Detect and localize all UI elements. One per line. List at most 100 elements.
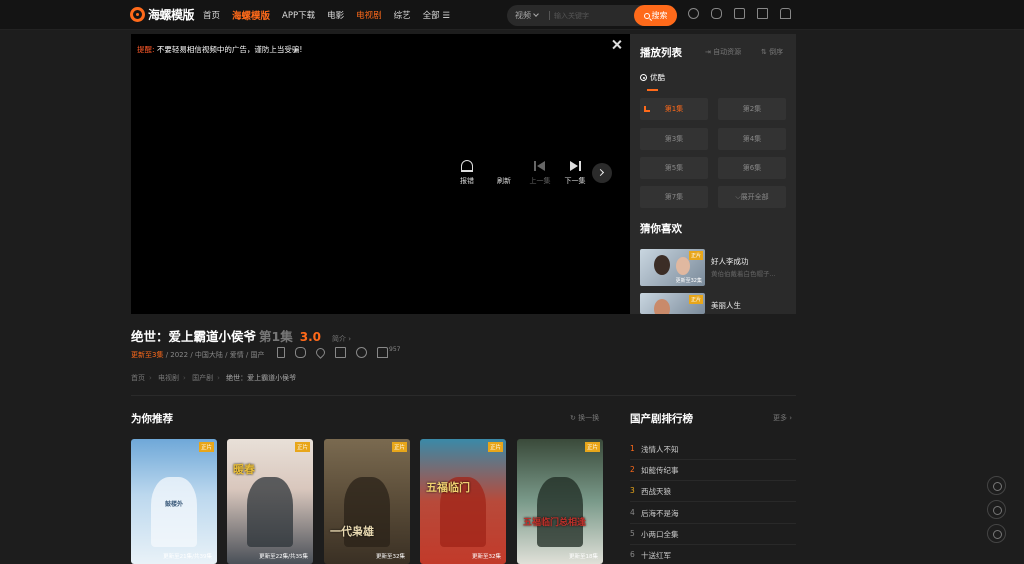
search-type-select[interactable]: 视频 xyxy=(515,10,531,21)
player-warning: 提醒: 不要轻易相信视频中的广告，谨防上当受骗! xyxy=(137,44,302,55)
skip-forward-icon xyxy=(569,160,581,172)
warning-label: 提醒: xyxy=(137,45,155,54)
playlist-panel: 播放列表 ⇥ 自动资源 ⇅ 倒序 优酷 第1集 第2集 第3集 第4集 第5集 … xyxy=(630,34,796,314)
card-badge: 正片 xyxy=(294,442,310,452)
episode-button[interactable]: 第3集 xyxy=(640,128,708,150)
float-service-button[interactable] xyxy=(987,524,1006,543)
site-logo[interactable]: 海螺模版 xyxy=(130,6,195,23)
recommend-title: 为你推荐 xyxy=(131,413,173,425)
card-badge: 正片 xyxy=(584,442,600,452)
card-badge: 正片 xyxy=(487,442,503,452)
search-button[interactable]: 搜索 xyxy=(634,5,677,26)
playing-icon xyxy=(644,106,650,112)
episode-button[interactable]: 第2集 xyxy=(718,98,786,120)
recommend-card[interactable]: 鼓楼外 正片 更新至21集/共39集 xyxy=(131,439,217,564)
prev-episode-button[interactable]: 上一集 xyxy=(522,160,558,186)
playlist-title: 播放列表 xyxy=(640,47,682,59)
show-title: 绝世：爱上霸道小侯爷 xyxy=(131,329,257,344)
guess-name[interactable]: 美丽人生 xyxy=(711,300,741,311)
recommend-card[interactable]: 五福临门 正片 更新至32集 xyxy=(420,439,506,564)
history-icon[interactable] xyxy=(688,8,699,19)
ranking-item[interactable]: 6 十送红军 xyxy=(630,545,796,564)
episode-button[interactable]: 第7集 xyxy=(640,186,708,208)
show-score: 3.0 xyxy=(299,330,321,344)
chevron-right-icon[interactable] xyxy=(592,163,612,183)
nav-home[interactable]: 首页 xyxy=(203,9,220,22)
warning-text: 不要轻易相信视频中的广告，谨防上当受骗! xyxy=(156,45,303,54)
card-episode: 更新至21集/共39集 xyxy=(163,554,212,560)
wechat-icon[interactable] xyxy=(295,347,306,358)
episode-button[interactable]: 第6集 xyxy=(718,157,786,179)
document-icon[interactable] xyxy=(757,8,768,19)
next-label: 下一集 xyxy=(564,177,586,185)
ranking-item[interactable]: 5 小两口全集 xyxy=(630,524,796,545)
rank-number: 4 xyxy=(630,508,635,517)
guess-desc: 黄伯伯戴着白色帽子... xyxy=(711,270,776,278)
section-divider xyxy=(131,395,796,396)
nav-movie[interactable]: 电影 xyxy=(327,9,344,22)
guess-thumbnail[interactable]: 正片 更新至32集 xyxy=(640,249,705,286)
guess-name[interactable]: 好人李成功 xyxy=(711,256,749,267)
ranking-item[interactable]: 3 西战天狼 xyxy=(630,481,796,502)
share-icon[interactable] xyxy=(335,347,346,358)
ranking-item[interactable]: 1 浅情人不知 xyxy=(630,439,796,460)
rank-name: 西战天狼 xyxy=(641,487,671,496)
search-divider xyxy=(549,11,550,20)
reverse-toggle[interactable]: ⇅ 倒序 xyxy=(761,47,783,57)
episode-button[interactable]: 第5集 xyxy=(640,157,708,179)
refresh-button[interactable]: 刷新 xyxy=(486,160,522,186)
ranking-more-link[interactable]: 更多 › xyxy=(773,413,792,423)
source-icon xyxy=(640,74,647,81)
box-icon[interactable] xyxy=(734,8,745,19)
logo-icon xyxy=(130,7,145,22)
search-input[interactable] xyxy=(554,8,632,23)
user-icon[interactable] xyxy=(780,8,791,19)
float-settings-button[interactable] xyxy=(987,476,1006,495)
breadcrumb-tv[interactable]: 电视剧 xyxy=(158,374,179,382)
float-theme-button[interactable] xyxy=(987,500,1006,519)
auto-source-toggle[interactable]: ⇥ 自动资源 xyxy=(705,47,741,57)
heart-icon[interactable] xyxy=(314,346,327,359)
ranking-item[interactable]: 4 后海不是海 xyxy=(630,503,796,524)
recommend-card[interactable]: 五福临门总相逢 正片 更新至18集 xyxy=(517,439,603,564)
action-icons: 957 xyxy=(277,346,400,359)
breadcrumb-home[interactable]: 首页 xyxy=(131,374,145,382)
thumbs-up-icon[interactable] xyxy=(377,347,388,358)
poster-title: 一代枭雄 xyxy=(330,525,374,538)
expand-all-button[interactable]: ⌵展开全部 xyxy=(718,186,786,208)
refresh-recommend-button[interactable]: ↻ 换一换 xyxy=(570,413,599,423)
next-episode-button[interactable]: 下一集 xyxy=(557,160,593,186)
nav-app-download[interactable]: APP下载 xyxy=(282,9,315,22)
close-icon[interactable] xyxy=(611,39,623,51)
recommend-card[interactable]: 暖春 正片 更新至22集/共35集 xyxy=(227,439,313,564)
main-nav: 首页 海螺模版 APP下载 电影 电视剧 综艺 全部 ☰ xyxy=(203,9,462,22)
episode-button[interactable]: 第1集 xyxy=(640,98,708,120)
nav-tv[interactable]: 电视剧 xyxy=(356,9,382,22)
source-name: 优酷 xyxy=(650,73,665,82)
intro-link[interactable]: 简介 › xyxy=(332,334,351,344)
recommend-card[interactable]: 一代枭雄 正片 更新至32集 xyxy=(324,439,410,564)
nav-all[interactable]: 全部 ☰ xyxy=(423,9,450,22)
rank-name: 后海不是海 xyxy=(641,509,679,518)
phone-icon[interactable] xyxy=(277,347,285,358)
comment-icon[interactable] xyxy=(356,347,367,358)
show-header: 绝世：爱上霸道小侯爷 第1集 3.0 简介 › xyxy=(131,326,351,345)
guess-caption: 更新至32集 xyxy=(675,278,702,284)
nav-brand[interactable]: 海螺模版 xyxy=(232,8,270,22)
rank-number: 1 xyxy=(630,444,635,453)
rank-name: 十送红军 xyxy=(641,551,671,560)
source-tab-youku[interactable]: 优酷 xyxy=(640,72,665,83)
chat-icon[interactable] xyxy=(711,8,722,19)
card-episode: 更新至18集 xyxy=(569,554,598,560)
report-label: 报错 xyxy=(460,177,474,185)
guess-title: 猜你喜欢 xyxy=(640,223,682,235)
ranking-item[interactable]: 2 如懿传纪事 xyxy=(630,460,796,481)
episode-button[interactable]: 第4集 xyxy=(718,128,786,150)
video-player[interactable]: 提醒: 不要轻易相信视频中的广告，谨防上当受骗! 报错 刷新 上一集 下一集 xyxy=(131,34,630,314)
report-button[interactable]: 报错 xyxy=(449,160,485,186)
meta-info: / 2022 / 中国大陆 / 爱情 / 国产 xyxy=(163,351,265,359)
guess-thumbnail[interactable]: 正片 xyxy=(640,293,705,314)
card-badge: 正片 xyxy=(391,442,407,452)
breadcrumb-domestic[interactable]: 国产剧 xyxy=(192,374,213,382)
nav-variety[interactable]: 综艺 xyxy=(394,9,411,22)
